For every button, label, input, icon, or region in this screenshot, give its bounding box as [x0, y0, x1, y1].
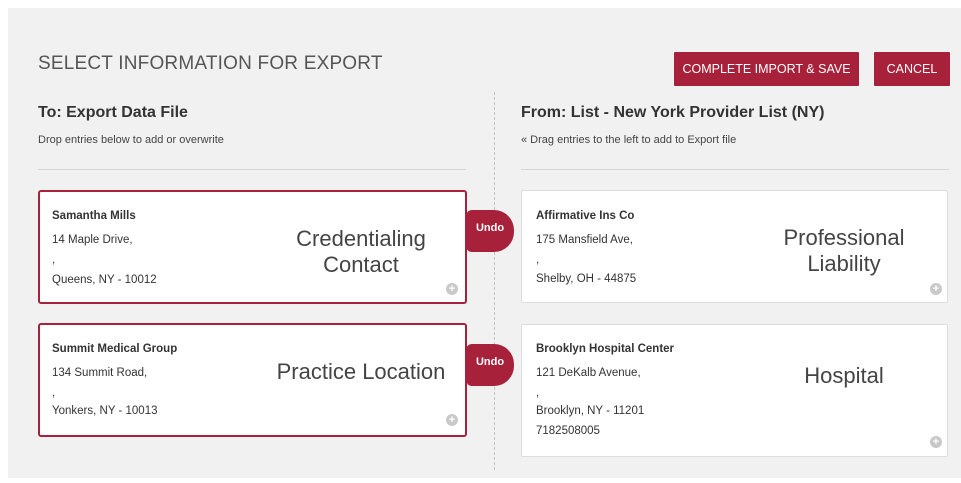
undo-button[interactable]: Undo	[466, 344, 514, 386]
plus-circle-icon[interactable]: +	[446, 283, 458, 295]
plus-circle-icon[interactable]: +	[930, 436, 942, 448]
card-city: Queens, NY - 10012	[52, 274, 157, 286]
card-type-label: Professional Liability	[754, 225, 934, 277]
source-column-divider	[521, 169, 949, 170]
card-phone: 7182508005	[536, 425, 600, 437]
card-address: 134 Summit Road,	[52, 367, 148, 379]
complete-import-save-button[interactable]: COMPLETE IMPORT & SAVE	[674, 52, 859, 86]
card-address: 14 Maple Drive,	[52, 234, 133, 246]
source-card-hospital[interactable]: Brooklyn Hospital Center 121 DeKalb Aven…	[521, 324, 948, 457]
card-address-line2: ,	[52, 387, 56, 399]
card-address: 175 Mansfield Ave,	[536, 234, 633, 246]
card-city: Brooklyn, NY - 11201	[536, 405, 645, 417]
card-city: Shelby, OH - 44875	[536, 273, 637, 285]
export-panel: SELECT INFORMATION FOR EXPORT COMPLETE I…	[8, 8, 961, 478]
card-type-label: Practice Location	[266, 359, 456, 385]
cancel-button[interactable]: CANCEL	[874, 52, 950, 86]
card-type-label: Hospital	[754, 363, 934, 389]
card-type-line1: Credentialing	[296, 226, 426, 251]
undo-button[interactable]: Undo	[466, 210, 514, 252]
export-card-credentialing-contact[interactable]: Samantha Mills 14 Maple Drive, , Queens,…	[38, 190, 467, 304]
export-column-subtitle: Drop entries below to add or overwrite	[38, 134, 224, 146]
card-address-line2: ,	[52, 254, 56, 266]
export-card-practice-location[interactable]: Summit Medical Group 134 Summit Road, , …	[38, 323, 467, 437]
card-type-line1: Hospital	[804, 363, 884, 388]
export-column-divider	[38, 169, 466, 170]
source-column-title: From: List - New York Provider List (NY)	[521, 104, 825, 121]
card-type-line1: Professional	[783, 225, 905, 250]
export-column-title: To: Export Data File	[38, 104, 188, 121]
plus-circle-icon[interactable]: +	[930, 283, 942, 295]
card-address-line2: ,	[536, 387, 540, 399]
source-column-subtitle: « Drag entries to the left to add to Exp…	[521, 134, 737, 146]
card-type-label: Credentialing Contact	[266, 226, 456, 278]
card-type-line2: Liability	[807, 251, 881, 276]
card-city: Yonkers, NY - 10013	[52, 405, 158, 417]
card-type-line1: Practice Location	[276, 359, 446, 384]
card-address: 121 DeKalb Avenue,	[536, 367, 641, 379]
page-title: SELECT INFORMATION FOR EXPORT	[38, 53, 383, 74]
card-name: Brooklyn Hospital Center	[536, 343, 675, 355]
plus-circle-icon[interactable]: +	[446, 414, 458, 426]
card-address-line2: ,	[536, 254, 540, 266]
card-name: Affirmative Ins Co	[536, 210, 635, 222]
card-name: Samantha Mills	[52, 210, 136, 222]
card-type-line2: Contact	[323, 252, 399, 277]
card-name: Summit Medical Group	[52, 343, 178, 355]
column-divider	[494, 92, 495, 470]
source-card-professional-liability[interactable]: Affirmative Ins Co 175 Mansfield Ave, , …	[521, 190, 948, 303]
